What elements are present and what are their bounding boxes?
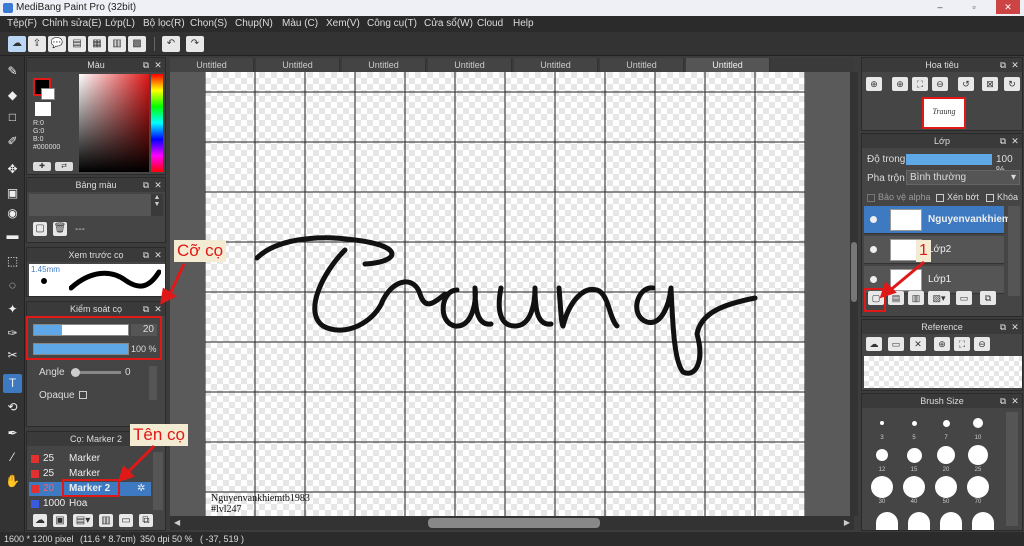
arrow-line <box>887 260 925 294</box>
annotation-arrows <box>117 260 925 483</box>
arrow-line <box>124 444 156 476</box>
arrow-head <box>879 281 897 299</box>
